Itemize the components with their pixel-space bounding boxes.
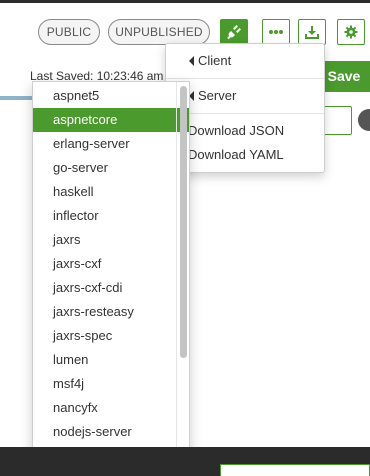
public-badge: PUBLIC [38, 19, 100, 45]
more-dots-icon [269, 30, 283, 34]
list-item[interactable]: jaxrs-cxf [33, 252, 189, 276]
menu-item-client-label: Client [198, 53, 232, 68]
unpublished-badge: UNPUBLISHED [108, 19, 210, 45]
list-item[interactable]: jaxrs [33, 228, 189, 252]
list-item[interactable]: jaxrs-spec [33, 324, 189, 348]
more-options-button[interactable] [262, 19, 290, 45]
scroll-track-divider [176, 82, 177, 475]
list-item[interactable]: erlang-server [33, 132, 189, 156]
edge-circle-icon [358, 109, 370, 131]
list-item[interactable]: nancyfx [33, 396, 189, 420]
list-item[interactable]: jaxrs-resteasy [33, 300, 189, 324]
download-icon [305, 26, 319, 39]
list-item[interactable]: go-server [33, 156, 189, 180]
list-item-selected[interactable]: aspnetcore [33, 108, 189, 132]
menu-divider [166, 78, 324, 79]
top-dark-bar [0, 0, 370, 3]
server-generator-list: aspnet5 aspnetcore erlang-server go-serv… [32, 81, 190, 476]
caret-left-icon [189, 56, 194, 66]
scrollbar-thumb[interactable] [180, 86, 187, 358]
gear-icon [344, 25, 358, 39]
list-item[interactable]: haskell [33, 180, 189, 204]
save-button[interactable]: Save [318, 61, 370, 92]
settings-button[interactable] [337, 19, 365, 45]
menu-item-server-label: Server [198, 88, 237, 103]
list-item[interactable]: lumen [33, 348, 189, 372]
download-button[interactable] [298, 19, 326, 45]
bottom-green-box [220, 464, 370, 476]
list-item[interactable]: inflector [33, 204, 189, 228]
list-item[interactable]: nodejs-server [33, 420, 189, 444]
list-item[interactable]: aspnet5 [33, 84, 189, 108]
menu-item-client[interactable]: Client [166, 50, 324, 72]
list-item[interactable]: jaxrs-cxf-cdi [33, 276, 189, 300]
list-item[interactable]: msf4j [33, 372, 189, 396]
plug-icon [227, 25, 241, 40]
plug-button[interactable] [220, 19, 248, 45]
